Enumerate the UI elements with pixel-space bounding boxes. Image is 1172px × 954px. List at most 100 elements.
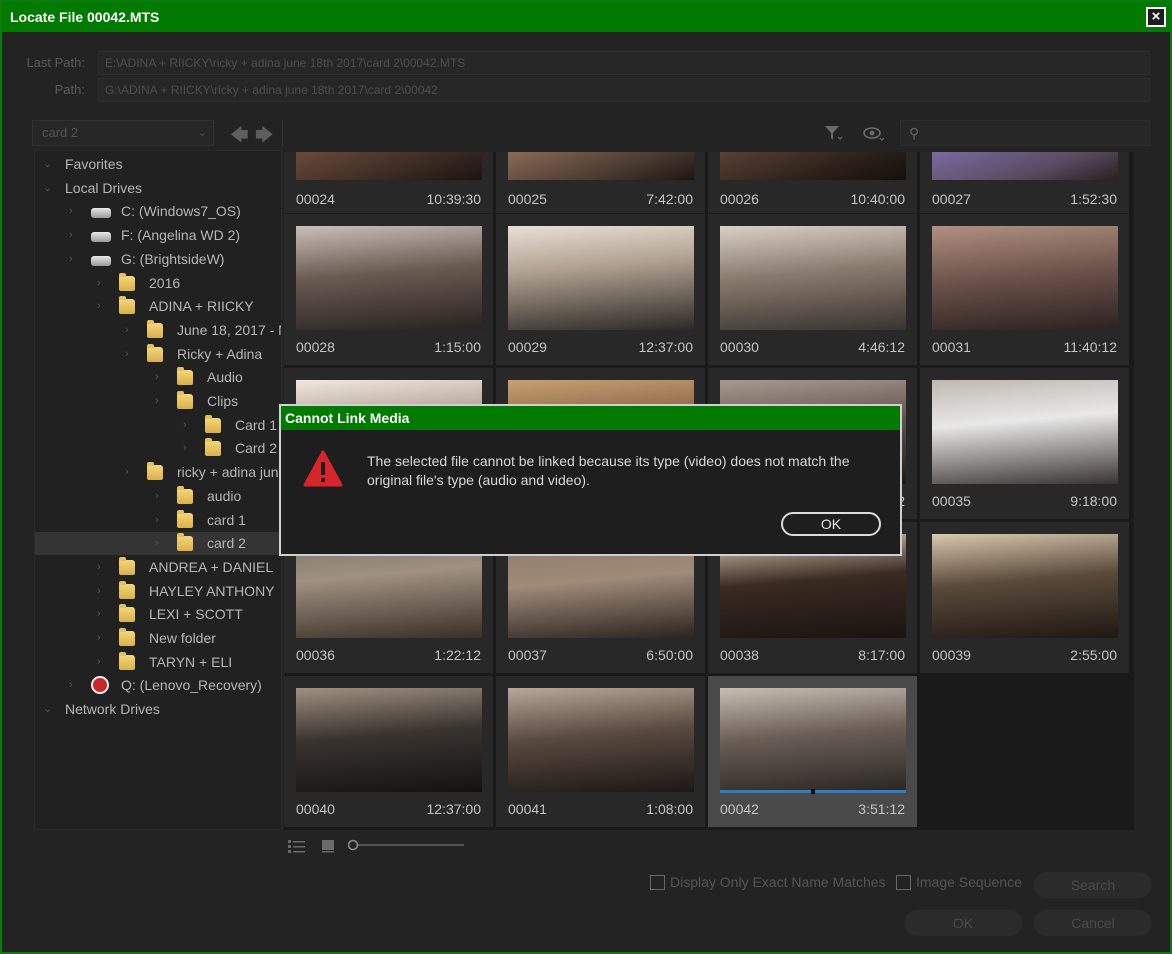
media-thumbnail-cell[interactable]: 00025 7:42:00 — [496, 152, 706, 214]
filter-icon[interactable] — [824, 124, 844, 142]
checkbox-box — [896, 875, 911, 890]
window-title: Locate File 00042.MTS — [10, 9, 160, 25]
tree-item[interactable]: › F: (Angelina WD 2) — [35, 224, 281, 247]
search-button[interactable]: Search — [1034, 872, 1152, 898]
chevron-right-icon[interactable]: › — [97, 651, 101, 674]
tree-item[interactable]: › June 18, 2017 - Ma — [35, 319, 281, 342]
tree-item[interactable]: › HAYLEY ANTHONY — [35, 580, 281, 603]
folder-icon — [177, 367, 193, 386]
tree-item-label: Local Drives — [65, 179, 143, 196]
tree-item[interactable]: › ricky + adina june — [35, 461, 282, 484]
chevron-right-icon[interactable]: › — [183, 437, 187, 460]
zoom-slider[interactable] — [348, 838, 466, 852]
scrub-playhead[interactable] — [811, 789, 815, 794]
media-thumbnail-cell[interactable]: 00028 1:15:00 — [284, 214, 494, 366]
image-sequence-checkbox[interactable]: Image Sequence — [896, 874, 1022, 890]
media-thumbnail-cell[interactable]: 00027 1:52:30 — [920, 152, 1130, 214]
path-field[interactable]: G:\ADINA + RIICKY\ricky + adina june 18t… — [98, 78, 1150, 102]
ok-button[interactable]: OK — [904, 910, 1022, 936]
chevron-right-icon[interactable]: › — [183, 414, 187, 437]
tree-item[interactable]: › card 2 — [35, 532, 281, 556]
list-view-icon[interactable] — [288, 840, 305, 853]
tree-item[interactable]: › Clips — [35, 390, 281, 413]
chevron-down-icon[interactable]: ⌄ — [43, 177, 52, 200]
chevron-right-icon[interactable]: › — [69, 248, 73, 271]
chevron-right-icon[interactable]: › — [69, 200, 73, 223]
arrow-left-icon[interactable]: 🡄 — [230, 123, 249, 153]
media-thumbnail-cell[interactable]: 00040 12:37:00 — [284, 676, 494, 828]
image-sequence-label: Image Sequence — [916, 874, 1022, 890]
tree-item[interactable]: › Card 2 — [35, 437, 281, 460]
exact-name-checkbox[interactable]: Display Only Exact Name Matches — [650, 874, 886, 890]
search-input[interactable]: ⚲ — [900, 120, 1150, 146]
chevron-right-icon[interactable]: › — [155, 366, 159, 389]
chevron-right-icon[interactable]: › — [125, 319, 129, 342]
chevron-right-icon[interactable]: › — [125, 461, 129, 484]
chevron-down-icon[interactable]: ⌄ — [43, 153, 52, 176]
chevron-right-icon[interactable]: › — [97, 627, 101, 650]
chevron-right-icon[interactable]: › — [155, 485, 159, 508]
dialog-ok-button[interactable]: OK — [781, 512, 881, 536]
tree-item[interactable]: › audio — [35, 485, 281, 508]
tree-item[interactable]: › G: (BrightsideW) — [35, 248, 281, 271]
tree-item-label: Clips — [207, 393, 239, 409]
media-thumbnail-cell[interactable]: 00031 11:40:12 — [920, 214, 1130, 366]
folder-icon — [147, 343, 163, 362]
tree-section[interactable]: ⌄ Network Drives — [35, 698, 281, 721]
chevron-right-icon[interactable]: › — [97, 556, 101, 579]
tree-item[interactable]: › 2016 — [35, 272, 281, 295]
chevron-right-icon[interactable]: › — [155, 532, 159, 555]
tree-item-label: Network Drives — [65, 701, 160, 718]
folder-icon — [177, 509, 193, 528]
cancel-button[interactable]: Cancel — [1034, 910, 1152, 936]
tree-item[interactable]: › LEXI + SCOTT — [35, 603, 281, 626]
media-thumbnail-cell[interactable]: 00039 2:55:00 — [920, 522, 1130, 674]
directory-select[interactable]: card 2 ⌄ — [32, 120, 214, 146]
media-thumbnail-cell[interactable]: 00035 9:18:00 — [920, 368, 1130, 520]
tree-item[interactable]: › TARYN + ELI — [35, 651, 281, 674]
media-thumbnail-cell[interactable]: 00042 3:51:12 — [708, 676, 918, 828]
media-thumbnail-cell[interactable]: 00026 10:40:00 — [708, 152, 918, 214]
tree-item[interactable]: › ADINA + RIICKY — [35, 295, 281, 318]
icon-view-icon[interactable] — [322, 840, 334, 853]
tree-item-label: Card 2 — [235, 440, 278, 457]
tree-item[interactable]: › Audio — [35, 366, 281, 389]
eye-icon[interactable] — [862, 126, 886, 142]
tree-item-label: Favorites — [65, 156, 123, 172]
chevron-right-icon[interactable]: › — [125, 343, 129, 366]
tree-item[interactable]: › ANDREA + DANIEL — [35, 556, 281, 579]
tree-item[interactable]: › New folder — [35, 627, 281, 650]
media-duration: 9:18:00 — [1070, 493, 1117, 509]
locate-file-window: Locate File 00042.MTS × Last Path: E:\AD… — [0, 0, 1172, 954]
chevron-right-icon[interactable]: › — [97, 272, 101, 295]
tree-item[interactable]: › C: (Windows7_OS) — [35, 200, 281, 223]
media-thumbnail-cell[interactable]: 00024 10:39:30 — [284, 152, 494, 214]
chevron-right-icon[interactable]: › — [69, 674, 73, 697]
chevron-right-icon[interactable]: › — [97, 295, 101, 318]
chevron-right-icon[interactable]: › — [155, 390, 159, 413]
media-duration: 1:15:00 — [434, 339, 481, 355]
tree-item[interactable]: › Q: (Lenovo_Recovery) — [35, 674, 281, 697]
tree-item[interactable]: › Ricky + Adina — [35, 343, 281, 366]
last-path-field: E:\ADINA + RIICKY\ricky + adina june 18t… — [98, 51, 1150, 75]
tree-item-label: ricky + adina june — [177, 464, 282, 481]
scrub-bar[interactable] — [720, 789, 906, 794]
chevron-right-icon[interactable]: › — [97, 603, 101, 626]
media-duration: 1:08:00 — [646, 801, 693, 817]
video-thumbnail — [720, 226, 906, 330]
tree-item[interactable]: › Card 1 — [35, 414, 281, 437]
media-thumbnail-cell[interactable]: 00029 12:37:00 — [496, 214, 706, 366]
media-file-name: 00028 — [296, 339, 335, 355]
arrow-right-icon[interactable]: 🡆 — [255, 123, 274, 153]
tree-section[interactable]: ⌄ Local Drives — [35, 177, 281, 200]
close-button[interactable]: × — [1146, 7, 1166, 27]
chevron-right-icon[interactable]: › — [97, 580, 101, 603]
media-thumbnail-cell[interactable]: 00041 1:08:00 — [496, 676, 706, 828]
chevron-right-icon[interactable]: › — [69, 224, 73, 247]
tree-item[interactable]: › card 1 — [35, 509, 281, 532]
chevron-down-icon[interactable]: ⌄ — [43, 698, 52, 721]
media-thumbnail-cell[interactable]: 00030 4:46:12 — [708, 214, 918, 366]
chevron-right-icon[interactable]: › — [155, 509, 159, 532]
tree-section[interactable]: ⌄ Favorites — [35, 153, 281, 176]
media-file-name: 00042 — [720, 801, 759, 817]
